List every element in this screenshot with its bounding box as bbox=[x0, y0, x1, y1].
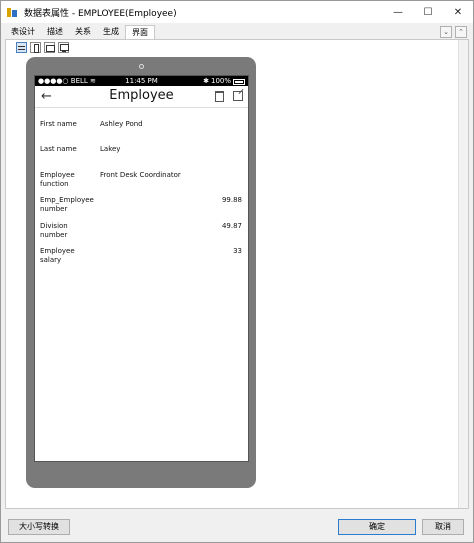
ok-button[interactable]: 确定 bbox=[338, 519, 416, 535]
trash-icon[interactable] bbox=[215, 91, 224, 102]
tab-strip: 表设计 描述 关系 生成 界面 bbox=[5, 25, 155, 39]
battery-percent: 100% bbox=[210, 77, 231, 85]
phone-preview: ●●●●○ BELL ≋ 11:45 PM ✱ 100% ← Employee bbox=[26, 57, 256, 488]
battery-icon bbox=[233, 79, 245, 85]
edit-icon[interactable] bbox=[233, 91, 243, 101]
tab-relations[interactable]: 关系 bbox=[69, 25, 97, 39]
field-value[interactable]: 33 bbox=[233, 247, 242, 256]
nav-bar: ← Employee bbox=[35, 86, 248, 108]
close-button[interactable]: ✕ bbox=[443, 1, 473, 23]
tab-interface[interactable]: 界面 bbox=[125, 25, 155, 39]
tab-generate[interactable]: 生成 bbox=[97, 25, 125, 39]
case-convert-button[interactable]: 大小写转换 bbox=[8, 519, 70, 535]
vertical-scrollbar[interactable] bbox=[458, 40, 468, 508]
field-label: Employee salary bbox=[40, 247, 75, 264]
title-bar: 数据表属性 - EMPLOYEE(Employee) — ☐ ✕ bbox=[1, 1, 473, 23]
minimize-button[interactable]: — bbox=[383, 1, 413, 23]
field-label: Employee function bbox=[40, 171, 75, 188]
tablet-icon[interactable] bbox=[44, 42, 55, 53]
field-value[interactable]: Lakey bbox=[100, 145, 120, 154]
field-value[interactable]: 99.88 bbox=[222, 196, 242, 205]
bluetooth-icon: ✱ bbox=[203, 77, 209, 85]
chevron-down-icon[interactable]: ⌄ bbox=[440, 26, 452, 38]
sliders-icon[interactable] bbox=[16, 42, 27, 53]
dialog-window: 数据表属性 - EMPLOYEE(Employee) — ☐ ✕ 表设计 描述 … bbox=[0, 0, 474, 543]
interface-panel: ●●●●○ BELL ≋ 11:45 PM ✱ 100% ← Employee bbox=[5, 39, 469, 509]
phone-icon[interactable] bbox=[30, 42, 41, 53]
field-label: First name bbox=[40, 120, 77, 128]
status-bar: ●●●●○ BELL ≋ 11:45 PM ✱ 100% bbox=[35, 76, 248, 86]
chevron-up-icon[interactable]: ⌃ bbox=[455, 26, 467, 38]
field-value[interactable]: Front Desk Coordinator bbox=[100, 171, 181, 180]
app-icon bbox=[6, 6, 18, 18]
monitor-icon[interactable] bbox=[58, 42, 69, 53]
phone-screen: ●●●●○ BELL ≋ 11:45 PM ✱ 100% ← Employee bbox=[34, 75, 249, 462]
view-toolbar bbox=[16, 42, 69, 53]
cancel-button[interactable]: 取消 bbox=[422, 519, 464, 535]
camera-icon bbox=[139, 64, 144, 69]
maximize-button[interactable]: ☐ bbox=[413, 1, 443, 23]
field-label: Last name bbox=[40, 145, 77, 153]
tab-table-design[interactable]: 表设计 bbox=[5, 25, 41, 39]
field-value[interactable]: Ashley Pond bbox=[100, 120, 143, 129]
window-title: 数据表属性 - EMPLOYEE(Employee) bbox=[24, 8, 177, 19]
tab-description[interactable]: 描述 bbox=[41, 25, 69, 39]
field-label: Division number bbox=[40, 222, 68, 239]
field-label: Emp_Employee number bbox=[40, 196, 94, 213]
field-value[interactable]: 49.87 bbox=[222, 222, 242, 231]
